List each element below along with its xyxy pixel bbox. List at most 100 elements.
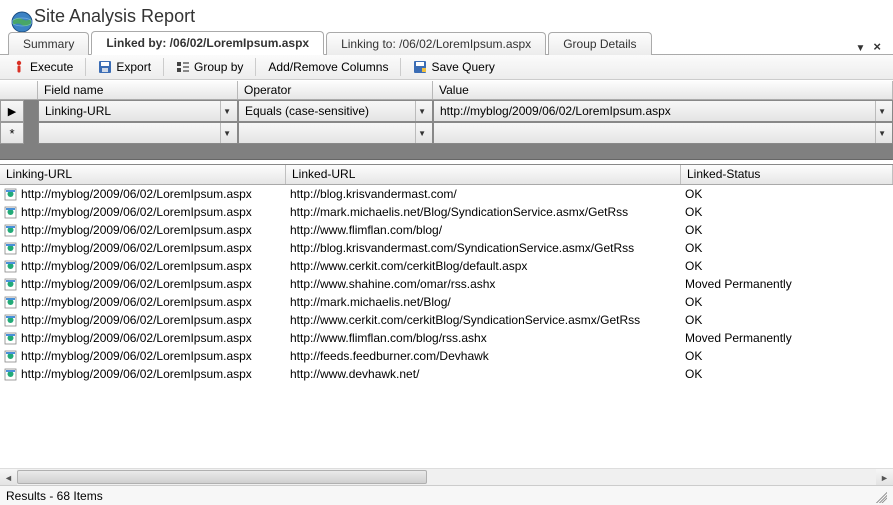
cell-linked-status: OK bbox=[685, 295, 702, 309]
cell-linking-url: http://myblog/2009/06/02/LoremIpsum.aspx bbox=[21, 331, 252, 345]
table-row[interactable]: http://myblog/2009/06/02/LoremIpsum.aspx… bbox=[0, 239, 893, 257]
cell-linked-url: http://www.flimflan.com/blog/rss.ashx bbox=[290, 331, 487, 345]
execute-button[interactable]: Execute bbox=[6, 58, 79, 76]
cell-linked-url: http://www.flimflan.com/blog/ bbox=[290, 223, 442, 237]
table-row[interactable]: http://myblog/2009/06/02/LoremIpsum.aspx… bbox=[0, 185, 893, 203]
tab-linking-to[interactable]: Linking to: /06/02/LoremIpsum.aspx bbox=[326, 32, 546, 55]
cell-linked-status: OK bbox=[685, 241, 702, 255]
chevron-down-icon: ▼ bbox=[875, 123, 888, 143]
cell-linked-status: OK bbox=[685, 259, 702, 273]
cell-linked-status: OK bbox=[685, 187, 702, 201]
filter-operator-dropdown[interactable]: ▼ bbox=[238, 122, 433, 144]
chevron-down-icon: ▼ bbox=[220, 123, 233, 143]
new-row-icon[interactable]: * bbox=[0, 122, 24, 144]
globe-icon bbox=[10, 10, 24, 24]
tab-strip: Summary Linked by: /06/02/LoremIpsum.asp… bbox=[0, 29, 893, 55]
scroll-thumb[interactable] bbox=[17, 470, 427, 484]
row-selector-icon[interactable]: ▶ bbox=[0, 100, 24, 122]
filter-value-dropdown[interactable]: http://myblog/2009/06/02/LoremIpsum.aspx… bbox=[433, 100, 893, 122]
grid-header: Linking-URL Linked-URL Linked-Status bbox=[0, 165, 893, 185]
table-row[interactable]: http://myblog/2009/06/02/LoremIpsum.aspx… bbox=[0, 293, 893, 311]
cell-linked-url: http://www.cerkit.com/cerkitBlog/default… bbox=[290, 259, 527, 273]
page-icon bbox=[4, 296, 17, 309]
groupby-button[interactable]: Group by bbox=[170, 58, 249, 76]
table-row[interactable]: http://myblog/2009/06/02/LoremIpsum.aspx… bbox=[0, 257, 893, 275]
filter-col-field[interactable]: Field name bbox=[38, 81, 238, 99]
cell-linking-url: http://myblog/2009/06/02/LoremIpsum.aspx bbox=[21, 295, 252, 309]
tab-summary[interactable]: Summary bbox=[8, 32, 89, 55]
titlebar: Site Analysis Report bbox=[0, 0, 893, 29]
chevron-down-icon: ▼ bbox=[220, 101, 233, 121]
page-icon bbox=[4, 314, 17, 327]
col-linking-url[interactable]: Linking-URL bbox=[0, 165, 286, 184]
tab-group-details[interactable]: Group Details bbox=[548, 32, 651, 55]
cell-linking-url: http://myblog/2009/06/02/LoremIpsum.aspx bbox=[21, 277, 252, 291]
cell-linked-status: OK bbox=[685, 349, 702, 363]
cell-linked-url: http://www.cerkit.com/cerkitBlog/Syndica… bbox=[290, 313, 640, 327]
cell-linked-status: OK bbox=[685, 205, 702, 219]
scroll-left-icon[interactable]: ◄ bbox=[0, 469, 17, 485]
tab-linked-by[interactable]: Linked by: /06/02/LoremIpsum.aspx bbox=[91, 31, 324, 55]
table-row[interactable]: http://myblog/2009/06/02/LoremIpsum.aspx… bbox=[0, 221, 893, 239]
table-row[interactable]: http://myblog/2009/06/02/LoremIpsum.aspx… bbox=[0, 203, 893, 221]
page-icon bbox=[4, 206, 17, 219]
cell-linking-url: http://myblog/2009/06/02/LoremIpsum.aspx bbox=[21, 367, 252, 381]
cell-linking-url: http://myblog/2009/06/02/LoremIpsum.aspx bbox=[21, 349, 252, 363]
page-icon bbox=[4, 260, 17, 273]
col-linked-url[interactable]: Linked-URL bbox=[286, 165, 681, 184]
cell-linking-url: http://myblog/2009/06/02/LoremIpsum.aspx bbox=[21, 223, 252, 237]
filter-field-dropdown[interactable]: ▼ bbox=[38, 122, 238, 144]
save-icon bbox=[98, 60, 112, 74]
exclamation-icon bbox=[12, 60, 26, 74]
cell-linked-url: http://blog.krisvandermast.com/ bbox=[290, 187, 457, 201]
filter-col-operator[interactable]: Operator bbox=[238, 81, 433, 99]
filter-row-new: * ▼ ▼ ▼ bbox=[0, 122, 893, 144]
cell-linked-url: http://feeds.feedburner.com/Devhawk bbox=[290, 349, 489, 363]
cell-linked-url: http://www.shahine.com/omar/rss.ashx bbox=[290, 277, 495, 291]
chevron-down-icon: ▼ bbox=[875, 101, 888, 121]
status-text: Results - 68 Items bbox=[6, 489, 103, 503]
addremove-columns-button[interactable]: Add/Remove Columns bbox=[262, 58, 394, 76]
cell-linking-url: http://myblog/2009/06/02/LoremIpsum.aspx bbox=[21, 313, 252, 327]
cell-linked-url: http://mark.michaelis.net/Blog/Syndicati… bbox=[290, 205, 628, 219]
tab-close-icon[interactable]: × bbox=[869, 39, 885, 54]
tab-dropdown-icon[interactable]: ▼ bbox=[852, 43, 870, 54]
table-row[interactable]: http://myblog/2009/06/02/LoremIpsum.aspx… bbox=[0, 365, 893, 383]
page-icon bbox=[4, 278, 17, 291]
filter-value-dropdown[interactable]: ▼ bbox=[433, 122, 893, 144]
col-linked-status[interactable]: Linked-Status bbox=[681, 165, 893, 184]
horizontal-scrollbar[interactable]: ◄ ► bbox=[0, 468, 893, 485]
grid-body[interactable]: http://myblog/2009/06/02/LoremIpsum.aspx… bbox=[0, 185, 893, 468]
group-icon bbox=[176, 60, 190, 74]
cell-linking-url: http://myblog/2009/06/02/LoremIpsum.aspx bbox=[21, 205, 252, 219]
table-row[interactable]: http://myblog/2009/06/02/LoremIpsum.aspx… bbox=[0, 311, 893, 329]
scroll-right-icon[interactable]: ► bbox=[876, 469, 893, 485]
statusbar: Results - 68 Items bbox=[0, 485, 893, 505]
cell-linked-status: Moved Permanently bbox=[685, 277, 792, 291]
filter-operator-dropdown[interactable]: Equals (case-sensitive) ▼ bbox=[238, 100, 433, 122]
chevron-down-icon: ▼ bbox=[415, 123, 428, 143]
table-row[interactable]: http://myblog/2009/06/02/LoremIpsum.aspx… bbox=[0, 347, 893, 365]
table-row[interactable]: http://myblog/2009/06/02/LoremIpsum.aspx… bbox=[0, 329, 893, 347]
cell-linking-url: http://myblog/2009/06/02/LoremIpsum.aspx bbox=[21, 187, 252, 201]
filter-col-value[interactable]: Value bbox=[433, 81, 893, 99]
export-button[interactable]: Export bbox=[92, 58, 157, 76]
savequery-button[interactable]: Save Query bbox=[407, 58, 500, 76]
page-icon bbox=[4, 242, 17, 255]
page-icon bbox=[4, 224, 17, 237]
resize-grip-icon[interactable] bbox=[873, 489, 887, 503]
page-icon bbox=[4, 332, 17, 345]
cell-linked-url: http://blog.krisvandermast.com/Syndicati… bbox=[290, 241, 634, 255]
chevron-down-icon: ▼ bbox=[415, 101, 428, 121]
table-row[interactable]: http://myblog/2009/06/02/LoremIpsum.aspx… bbox=[0, 275, 893, 293]
results-grid: Linking-URL Linked-URL Linked-Status htt… bbox=[0, 164, 893, 485]
filter-field-dropdown[interactable]: Linking-URL ▼ bbox=[38, 100, 238, 122]
cell-linked-status: OK bbox=[685, 367, 702, 381]
filter-row-active: ▶ Linking-URL ▼ Equals (case-sensitive) … bbox=[0, 100, 893, 122]
cell-linked-url: http://mark.michaelis.net/Blog/ bbox=[290, 295, 451, 309]
filter-builder: Field name Operator Value ▶ Linking-URL … bbox=[0, 80, 893, 160]
cell-linked-status: OK bbox=[685, 313, 702, 327]
page-title: Site Analysis Report bbox=[34, 6, 195, 27]
filter-header: Field name Operator Value bbox=[0, 80, 893, 100]
cell-linked-status: Moved Permanently bbox=[685, 331, 792, 345]
